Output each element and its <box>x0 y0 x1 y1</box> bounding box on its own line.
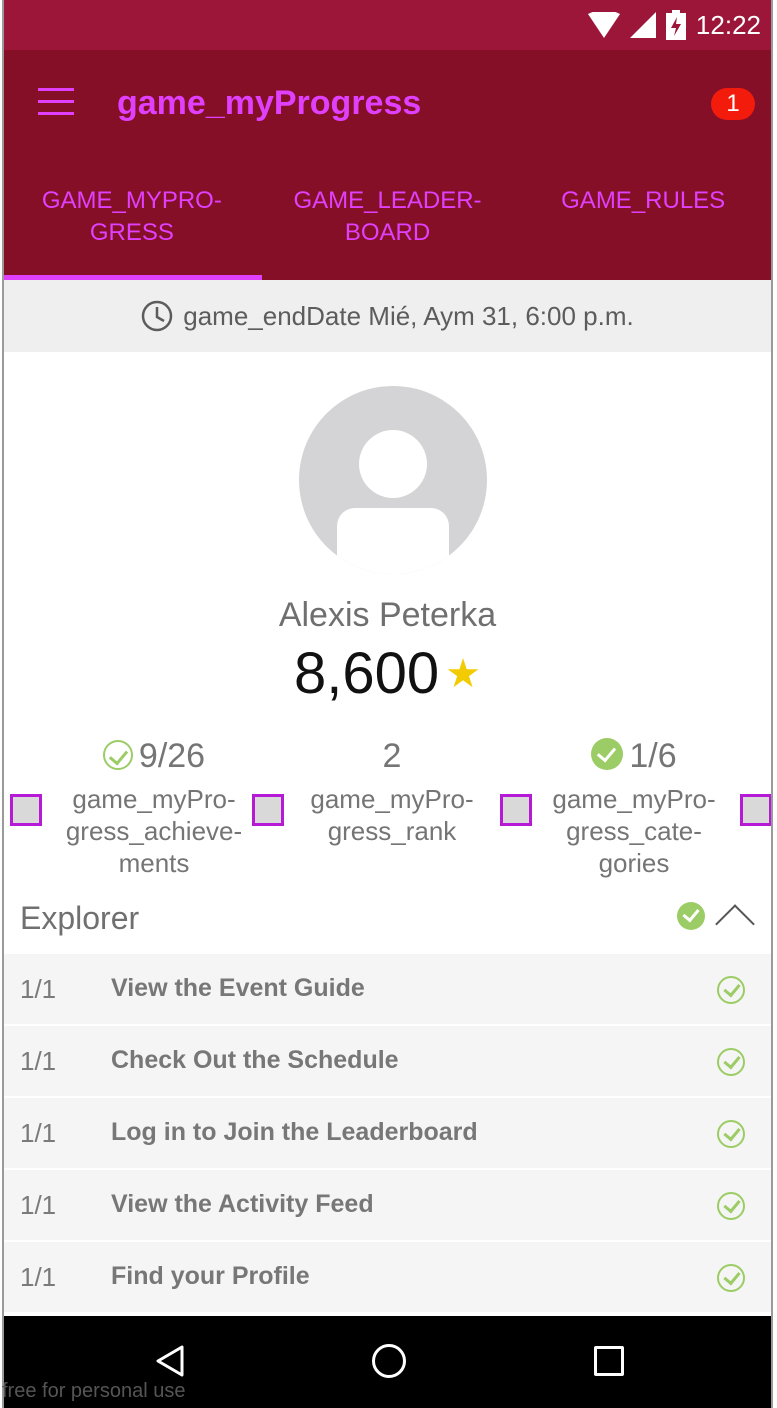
stat-rank[interactable]: 2 game_myPro- gress_rank <box>272 735 512 847</box>
tab-label-line: GAME_MYPRO- <box>41 187 222 214</box>
check-filled-icon <box>591 738 624 770</box>
recents-icon[interactable] <box>594 1346 624 1376</box>
item-title: View the Activity Feed <box>111 1190 374 1218</box>
stats-row: 9/26 game_myPro- gress_achieve- ments 2 … <box>4 735 771 880</box>
task-list: 1/1 View the Event Guide 1/1 Check Out t… <box>4 954 771 1314</box>
app-frame: 12:22 game_myProgress 1 GAME_MYPRO- GRES… <box>2 0 773 1408</box>
points-value: 8,600 <box>293 641 440 706</box>
clock: 12:22 <box>695 9 761 40</box>
chevron-up-icon[interactable] <box>715 904 755 944</box>
stat-label: gress_achieve- <box>65 816 243 846</box>
notification-badge[interactable]: 1 <box>711 88 755 120</box>
tab-label-line: BOARD <box>344 219 431 246</box>
item-count: 1/1 <box>20 1190 57 1220</box>
item-title: View the Event Guide <box>111 974 365 1002</box>
tab-label-line: GRESS <box>89 219 174 246</box>
stat-label: ments <box>118 848 190 878</box>
check-filled-icon <box>677 902 705 930</box>
user-name: Alexis Peterka <box>278 596 497 634</box>
placeholder-square <box>500 794 532 826</box>
page-title: game_myProgress <box>117 84 422 122</box>
item-count: 1/1 <box>20 974 57 1004</box>
avatar-body <box>337 508 449 574</box>
item-title: Find your Profile <box>111 1262 310 1290</box>
check-outline-icon <box>717 1120 745 1148</box>
stat-label: gress_rank <box>327 816 457 846</box>
item-count: 1/1 <box>20 1046 57 1076</box>
check-outline-icon <box>717 1264 745 1292</box>
item-title: Check Out the Schedule <box>111 1046 399 1074</box>
list-item[interactable]: 1/1 Find your Profile <box>4 1242 771 1313</box>
check-outline-icon <box>717 1048 745 1076</box>
tab-label-line: GAME_LEADER- <box>293 187 482 214</box>
star-icon: ★ <box>445 652 481 696</box>
item-count: 1/1 <box>20 1262 57 1292</box>
battery-charging-icon <box>665 10 686 40</box>
tab-label-line: GAME_RULES <box>561 187 726 214</box>
stat-label: game_myPro- <box>552 784 716 814</box>
tab-bar: GAME_MYPRO- GRESS GAME_LEADER- BOARD GAM… <box>4 185 771 280</box>
home-icon[interactable] <box>372 1344 406 1378</box>
list-item[interactable]: 1/1 Check Out the Schedule <box>4 1026 771 1097</box>
item-title: Log in to Join the Leaderboard <box>111 1118 478 1146</box>
clock-icon <box>142 300 173 332</box>
check-outline-icon <box>102 740 133 770</box>
wifi-icon <box>587 12 620 38</box>
placeholder-square <box>10 794 42 826</box>
stat-label: game_myPro- <box>72 784 236 814</box>
stat-value: 9/26 <box>138 737 206 775</box>
avatar-head <box>359 430 427 498</box>
watermark: free for personal use <box>2 1380 186 1402</box>
stat-value: 2 <box>382 737 402 775</box>
avatar[interactable] <box>299 386 487 574</box>
menu-icon[interactable] <box>38 88 74 116</box>
check-outline-icon <box>717 976 745 1004</box>
user-points: 8,600 ★ <box>4 640 771 707</box>
list-item[interactable]: 1/1 View the Event Guide <box>4 954 771 1025</box>
list-item[interactable]: 1/1 View the Activity Feed <box>4 1170 771 1241</box>
stat-label: gress_cate- <box>566 816 702 846</box>
stat-achievements[interactable]: 9/26 game_myPro- gress_achieve- ments <box>34 735 274 879</box>
placeholder-square <box>252 794 284 826</box>
tab-my-progress[interactable]: GAME_MYPRO- GRESS <box>4 185 262 280</box>
stat-value: 1/6 <box>629 737 677 775</box>
placeholder-square <box>740 794 771 826</box>
tab-rules[interactable]: GAME_RULES <box>515 185 771 280</box>
item-count: 1/1 <box>20 1118 57 1148</box>
status-bar: 12:22 <box>4 0 771 50</box>
end-date-text: game_endDate Mié, Aym 31, 6:00 p.m. <box>183 300 634 331</box>
tab-leaderboard[interactable]: GAME_LEADER- BOARD <box>260 185 516 280</box>
stat-label: game_myPro- <box>310 784 474 814</box>
section-title: Explorer <box>20 900 140 936</box>
stat-label: gories <box>598 848 670 878</box>
end-date-banner: game_endDate Mié, Aym 31, 6:00 p.m. <box>4 280 771 352</box>
back-icon[interactable] <box>154 1344 186 1378</box>
list-item[interactable]: 1/1 Log in to Join the Leaderboard <box>4 1098 771 1169</box>
signal-icon <box>629 12 656 38</box>
stat-categories[interactable]: 1/6 game_myPro- gress_cate- gories <box>514 735 754 879</box>
check-outline-icon <box>717 1192 745 1220</box>
explorer-header[interactable]: Explorer <box>4 882 771 954</box>
